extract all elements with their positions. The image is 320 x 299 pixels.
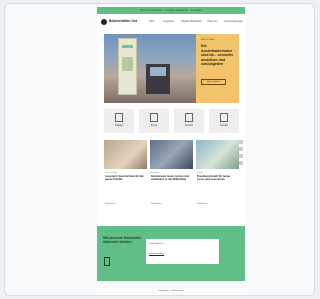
- share-icon[interactable]: [239, 154, 243, 158]
- footer-links[interactable]: Impressum · Datenschutz: [97, 290, 245, 292]
- social-share-bar: [239, 140, 244, 180]
- hero-kicker: Neu im Haus: [201, 39, 215, 41]
- main-nav: Bücherhallen Ost Start Angebote Digitale…: [97, 15, 245, 29]
- tile-label: Termine: [184, 125, 194, 127]
- nav-item-start[interactable]: Start: [149, 20, 154, 23]
- news-section: Veranstaltung Lesestart: Geschichten für…: [104, 140, 239, 215]
- news-card[interactable]: Aktuelles Gemeinsam lesen, lernen und en…: [150, 140, 193, 215]
- news-image: [150, 140, 193, 169]
- tile-label: Katalog: [115, 125, 123, 127]
- nav-item-angebote[interactable]: Angebote: [163, 20, 174, 23]
- newsletter-section: Mit unserem Newsletter informiert bleibe…: [97, 226, 245, 281]
- news-image: [104, 140, 147, 169]
- nav-item-about[interactable]: Über uns: [207, 20, 218, 23]
- hero-image: [104, 34, 196, 103]
- hero-card: Neu im Haus Die Ausleihautomaten sind da…: [196, 34, 239, 103]
- logo-text[interactable]: Bücherhallen Ost: [109, 19, 137, 23]
- book-icon: [115, 113, 123, 122]
- news-more-link[interactable]: Weiterlesen: [197, 203, 208, 205]
- nav-item-events[interactable]: Veranstaltungen: [224, 20, 243, 23]
- news-image: [196, 140, 239, 169]
- share-icon[interactable]: [239, 147, 243, 151]
- subscribe-button[interactable]: Jetzt anmelden: [149, 253, 164, 256]
- quick-links: Katalog Konto Termine Kontakt: [104, 109, 239, 133]
- calendar-icon: [185, 113, 193, 122]
- web-page: Barrierefreiheit · Leichte Sprache · Kon…: [97, 7, 245, 295]
- news-card[interactable]: Projekt Kreativwerkstatt für junge Leser…: [196, 140, 239, 215]
- top-banner[interactable]: Barrierefreiheit · Leichte Sprache · Kon…: [97, 7, 245, 14]
- news-more-link[interactable]: Weiterlesen: [151, 203, 162, 205]
- nav-item-digital[interactable]: Digitale Bibliothek: [181, 20, 202, 23]
- news-title[interactable]: Kreativwerkstatt für junge Leser und Les…: [197, 175, 238, 182]
- news-more-link[interactable]: Weiterlesen: [105, 203, 116, 205]
- tile-events[interactable]: Termine: [174, 109, 204, 133]
- rollup-banner-image: [118, 38, 137, 95]
- kiosk-image: [146, 64, 170, 94]
- news-kicker: Projekt: [197, 172, 204, 174]
- news-kicker: Aktuelles: [151, 172, 160, 174]
- browser-frame: Barrierefreiheit · Leichte Sprache · Kon…: [4, 3, 315, 296]
- news-title[interactable]: Lesestart: Geschichten für die ganze Fam…: [105, 175, 146, 182]
- hero-more-button[interactable]: Mehr erfahren: [201, 79, 226, 85]
- news-kicker: Veranstaltung: [105, 172, 118, 174]
- tile-contact[interactable]: Kontakt: [209, 109, 239, 133]
- tile-account[interactable]: Konto: [139, 109, 169, 133]
- tile-label: Kontakt: [220, 125, 228, 127]
- email-field[interactable]: E-Mail-Adresse: [149, 243, 164, 245]
- news-title[interactable]: Gemeinsam lesen, lernen und entdecken in…: [151, 175, 192, 182]
- mail-icon: [220, 113, 228, 122]
- tile-label: Konto: [150, 125, 157, 127]
- newsletter-title: Mit unserem Newsletter informiert bleibe…: [103, 236, 142, 245]
- hero-section: Neu im Haus Die Ausleihautomaten sind da…: [104, 34, 239, 103]
- news-card[interactable]: Veranstaltung Lesestart: Geschichten für…: [104, 140, 147, 215]
- footer: Impressum · Datenschutz: [97, 281, 245, 295]
- newsletter-form: E-Mail-Adresse Jetzt anmelden: [146, 239, 219, 264]
- user-icon: [150, 113, 158, 122]
- logo-icon[interactable]: [101, 19, 107, 25]
- share-icon[interactable]: [239, 161, 243, 165]
- tile-catalog[interactable]: Katalog: [104, 109, 134, 133]
- phone-icon: [104, 257, 110, 266]
- share-icon[interactable]: [239, 140, 243, 144]
- hero-title[interactable]: Die Ausleihautomaten sind da – schneller…: [201, 44, 237, 67]
